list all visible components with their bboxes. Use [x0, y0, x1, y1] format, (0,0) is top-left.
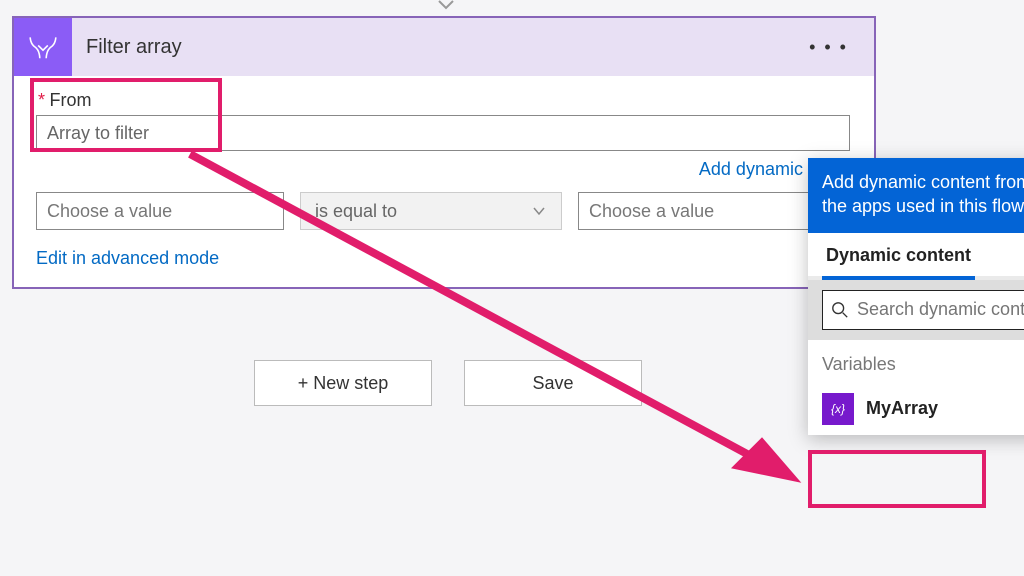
search-icon [831, 301, 849, 319]
variable-icon: {x} [822, 393, 854, 425]
footer-buttons: + New step Save [254, 360, 642, 406]
condition-operator-label: is equal to [315, 201, 397, 222]
from-label-row: * From [36, 84, 852, 115]
chevron-down-icon [531, 203, 547, 219]
tab-dynamic-content[interactable]: Dynamic content [822, 233, 975, 280]
dynamic-item-label: MyArray [866, 398, 938, 419]
card-menu-button[interactable]: • • • [801, 29, 856, 66]
card-body: * From Add dynamic conte is equal to Edi… [14, 76, 874, 287]
new-step-button[interactable]: + New step [254, 360, 432, 406]
dynamic-item-myarray[interactable]: {x} MyArray [808, 383, 1024, 435]
dynamic-section-variables: Variables [808, 340, 1024, 383]
advanced-mode-link[interactable]: Edit in advanced mode [36, 230, 219, 269]
save-button[interactable]: Save [464, 360, 642, 406]
from-input[interactable] [36, 115, 850, 151]
dynamic-search-input[interactable] [857, 299, 1024, 320]
condition-left-input[interactable] [36, 192, 284, 230]
dynamic-content-panel: Add dynamic content from the apps used i… [808, 158, 1024, 435]
flow-connector-arrow-down [434, 0, 458, 16]
filter-array-card: Filter array • • • * From Add dynamic co… [12, 16, 876, 289]
annotation-box-myarray [808, 450, 986, 508]
dynamic-search-wrap [808, 280, 1024, 340]
condition-operator-select[interactable]: is equal to [300, 192, 562, 230]
card-header[interactable]: Filter array • • • [14, 18, 874, 76]
required-asterisk-icon: * [38, 90, 45, 110]
from-label: From [49, 90, 91, 110]
dynamic-content-banner: Add dynamic content from the apps used i… [808, 158, 1024, 233]
condition-row: is equal to [36, 192, 852, 230]
dynamic-content-tabs: Dynamic content [808, 233, 1024, 280]
filter-array-icon [14, 18, 72, 76]
dynamic-search-box[interactable] [822, 290, 1024, 330]
condition-right-input[interactable] [578, 192, 826, 230]
card-title: Filter array [72, 36, 801, 59]
